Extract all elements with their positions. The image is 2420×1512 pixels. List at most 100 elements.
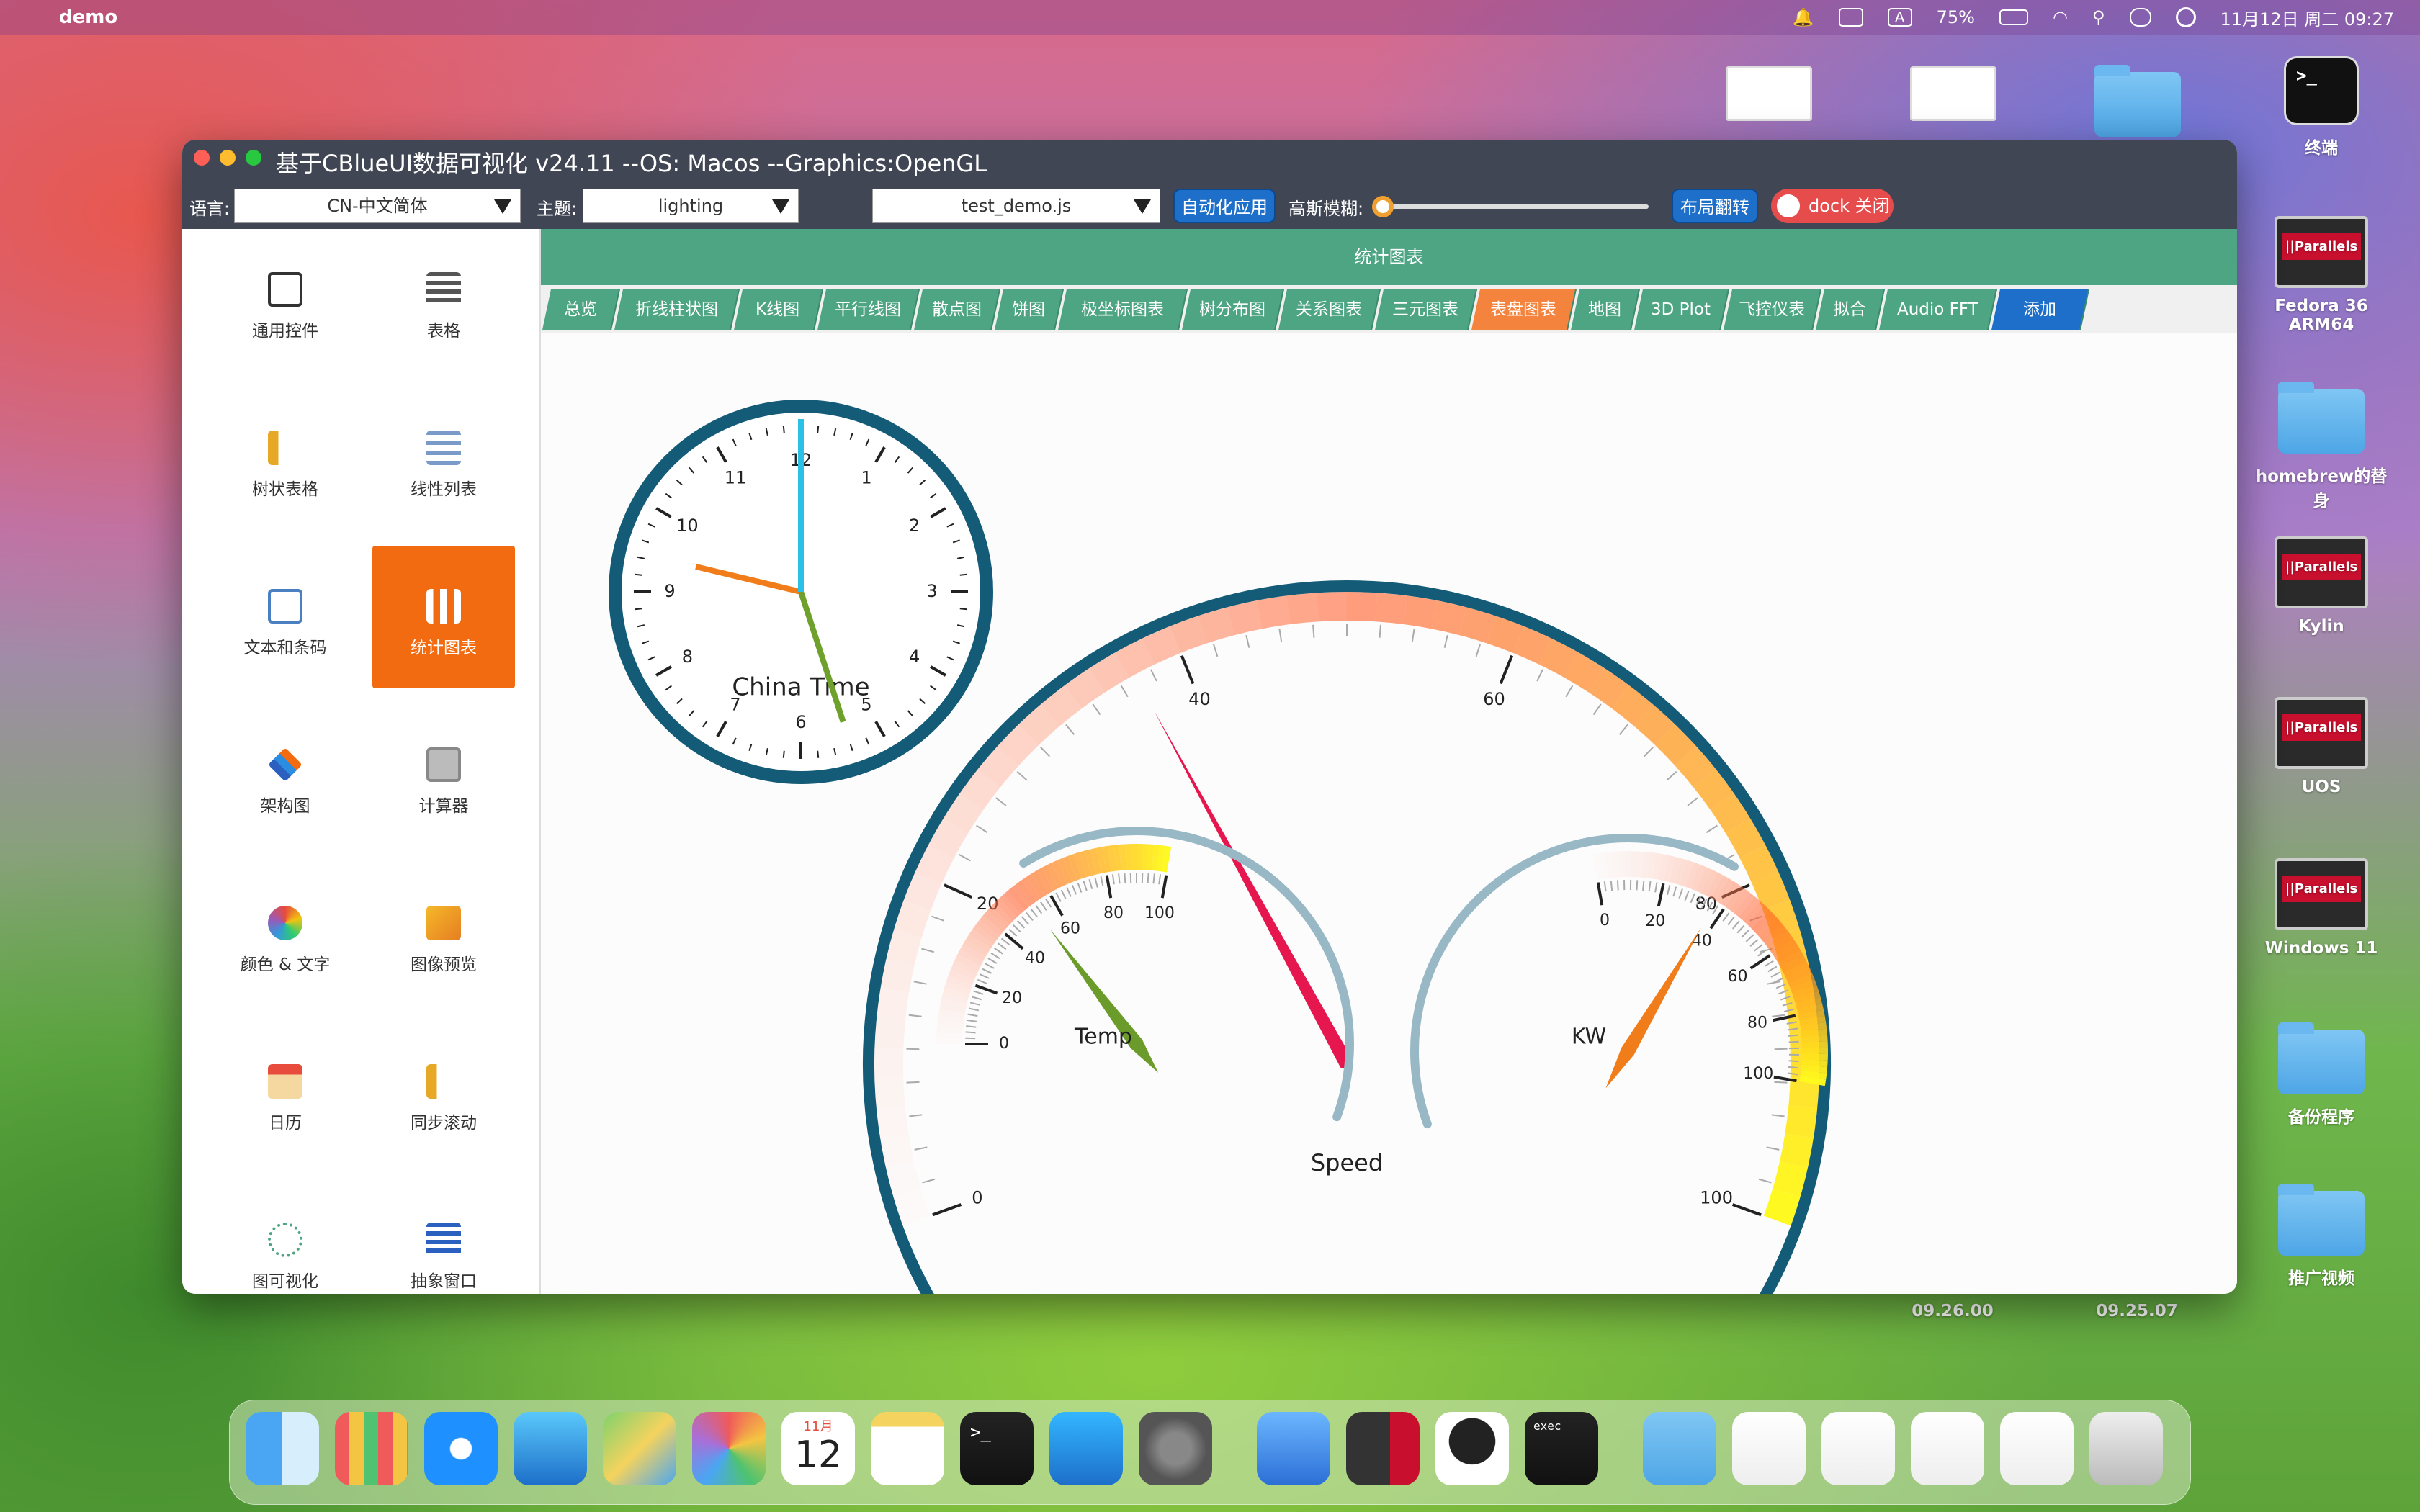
tab-5[interactable]: 饼图 [995,289,1064,330]
gauge-band-segment [893,1189,931,1226]
gauge-band-segment [1008,886,1028,911]
tab-4[interactable]: 散点图 [914,289,1000,330]
language-select[interactable]: CN-中文简体 [234,189,521,223]
system-settings-icon[interactable] [1139,1412,1212,1485]
sidebar-item-color-text[interactable]: 颜色 & 文字 [214,863,357,1005]
script-select[interactable]: test_demo.js [872,189,1160,223]
desktop-file-label[interactable]: 09.26.00 [1884,1302,2021,1320]
maps-icon[interactable] [603,1412,676,1485]
search-icon[interactable]: ⚲ [2092,7,2105,27]
qq-icon[interactable] [1435,1412,1509,1485]
folder-icon[interactable] [2094,65,2181,137]
desktop-file-label[interactable]: 09.25.07 [2069,1302,2205,1320]
tab-11[interactable]: 地图 [1571,289,1640,330]
tab-15[interactable]: Audio FFT [1879,289,1997,330]
gauge-tick [1026,912,1034,922]
sidebar-item-abstract-window[interactable]: 抽象窗口 [372,1179,515,1294]
clock-hour-label: 6 [795,712,806,732]
finder-icon[interactable] [246,1412,319,1485]
toolbar: 语言: CN-中文简体 主题: lighting test_demo.js 自动… [182,184,2237,226]
tab-8[interactable]: 关系图表 [1278,289,1381,330]
sidebar-item-sync-scroll[interactable]: 同步滚动 [372,1021,515,1164]
gauge-tick [1749,939,1759,947]
display-icon[interactable] [1838,8,1863,27]
tab-10[interactable]: 表盘图表 [1471,289,1577,330]
terminal-icon: >_ [2284,56,2359,125]
gauge-tick [1771,1114,1785,1117]
sidebar-item-widgets[interactable]: 通用控件 [214,229,357,372]
tab-7[interactable]: 树分布图 [1182,289,1284,330]
sidebar-item-calendar[interactable]: 日历 [214,1021,357,1164]
layout-flip-button[interactable]: 布局翻转 [1672,189,1758,223]
folder-icon[interactable] [1643,1412,1716,1485]
zoom-icon[interactable] [246,150,261,166]
xcode-icon[interactable] [1257,1412,1330,1485]
photos-icon[interactable] [692,1412,766,1485]
terminal-icon[interactable]: >_ [960,1412,1034,1485]
tab-14[interactable]: 拟合 [1816,289,1885,330]
tab-0[interactable]: 总览 [542,289,620,330]
battery-icon[interactable] [1999,9,2028,25]
tab-2[interactable]: K线图 [734,289,823,330]
screenshot-thumbnail[interactable] [1910,66,1996,121]
notes-icon[interactable] [871,1412,944,1485]
desktop-item-promo[interactable]: 推广视频 [2253,1184,2390,1289]
document-icon[interactable] [1732,1412,1806,1485]
screenshot-thumbnail[interactable] [1726,66,1812,121]
minimize-icon[interactable] [220,150,236,166]
document-icon[interactable] [1911,1412,1984,1485]
sidebar-item-charts[interactable]: 统计图表 [372,546,515,688]
sidebar-item-tree-table[interactable]: 树状表格 [214,387,357,530]
tab-3[interactable]: 平行线图 [817,289,920,330]
clock-text[interactable]: 11月12日 周二 09:27 [2220,5,2395,30]
document-icon[interactable] [2000,1412,2074,1485]
launchpad-icon[interactable] [335,1412,408,1485]
gauge-band-segment [1227,600,1263,636]
wifi-icon[interactable]: ◠ [2053,7,2068,27]
automation-button[interactable]: 自动化应用 [1173,189,1276,223]
desktop-item-uos[interactable]: ||Parallels UOS [2253,697,2390,796]
desktop-item-windows[interactable]: ||Parallels Windows 11 [2253,858,2390,958]
dock-toggle-button[interactable]: dock 关闭 [1771,189,1894,223]
desktop-item-terminal[interactable]: >_ 终端 [2253,56,2390,158]
desktop-item-homebrew[interactable]: homebrew的替身 [2253,382,2390,511]
sidebar-item-list[interactable]: 线性列表 [372,387,515,530]
close-icon[interactable] [194,150,210,166]
desktop-item-backup[interactable]: 备份程序 [2253,1022,2390,1128]
tab-6[interactable]: 极坐标图表 [1058,289,1188,330]
app-name[interactable]: demo [59,6,117,28]
input-method-icon[interactable]: A [1887,8,1912,27]
calendar-icon[interactable]: 11月 12 [781,1412,855,1485]
parallels-icon[interactable] [1346,1412,1420,1485]
safari-icon[interactable] [424,1412,498,1485]
tab-9[interactable]: 三元图表 [1375,289,1477,330]
tab-13[interactable]: 飞控仪表 [1724,289,1821,330]
app-store-icon[interactable] [1049,1412,1123,1485]
sidebar-item-calculator[interactable]: 计算器 [372,704,515,847]
desktop-item-kylin[interactable]: ||Parallels Kylin [2253,536,2390,636]
sidebar-item-text[interactable]: 文本和条码 [214,546,357,688]
sidebar-item-graph[interactable]: 图可视化 [214,1179,357,1294]
control-center-icon[interactable] [2129,8,2151,27]
siri-icon[interactable] [2175,7,2196,27]
gauge-tick [1443,634,1448,648]
sidebar-item-table[interactable]: 表格 [372,229,515,372]
sidebar-item-image-preview[interactable]: 图像预览 [372,863,515,1005]
notification-icon[interactable]: 🔔 [1793,7,1814,27]
document-icon[interactable] [1821,1412,1895,1485]
trash-icon[interactable] [2089,1412,2163,1485]
gauge-band-segment [1793,991,1821,1004]
blur-slider-track[interactable] [1382,204,1649,209]
mail-icon[interactable] [514,1412,587,1485]
theme-select[interactable]: lighting [583,189,799,223]
exec-icon[interactable]: exec [1525,1412,1598,1485]
desktop-item-fedora[interactable]: ||Parallels Fedora 36 ARM64 [2253,216,2390,334]
tab-1[interactable]: 折线柱状图 [614,289,740,330]
gauge-tick [1016,770,1028,781]
sidebar-item-architecture[interactable]: 架构图 [214,704,357,847]
gauge-band-segment [1747,905,1770,928]
blur-slider-thumb[interactable] [1372,196,1394,217]
tab-16[interactable]: 添加 [1991,289,2089,330]
gauge-band-segment [995,898,1017,921]
tab-12[interactable]: 3D Plot [1634,289,1729,330]
